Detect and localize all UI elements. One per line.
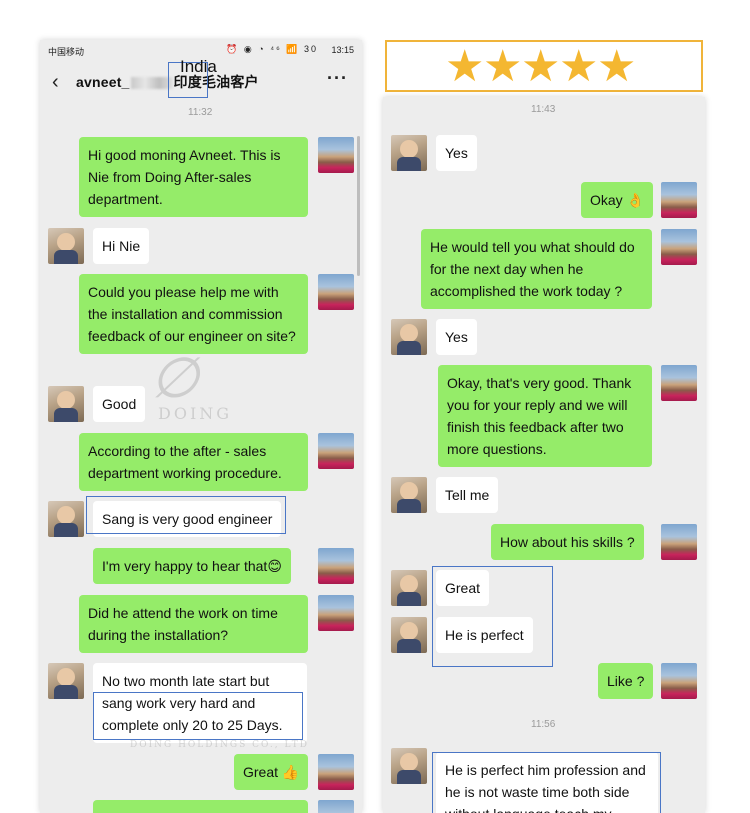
doing-logo-watermark: ∅ bbox=[150, 346, 199, 411]
timestamp: 11:56 bbox=[531, 719, 556, 730]
scrollbar[interactable] bbox=[357, 136, 360, 276]
right-chat-screenshot: 11:43 Yes Okay 👌 He would tell you what … bbox=[383, 97, 705, 813]
contact-avatar bbox=[48, 663, 84, 699]
my-avatar bbox=[661, 365, 697, 401]
message-bubble-sent-partial[interactable] bbox=[93, 800, 308, 813]
annotation-label-india: India bbox=[180, 57, 217, 76]
star-icon: ★ bbox=[483, 42, 523, 91]
my-avatar bbox=[661, 229, 697, 265]
message-bubble-sent[interactable]: Did he attend the work on time during th… bbox=[79, 595, 308, 653]
message-bubble-received[interactable]: Yes bbox=[436, 135, 477, 171]
status-icons: ⏰ ◉ ◔ ⁴⁶ 📶 30 bbox=[226, 44, 318, 54]
message-bubble-received[interactable]: Hi Nie bbox=[93, 228, 150, 264]
message-bubble-received[interactable]: Tell me bbox=[436, 477, 499, 513]
my-avatar bbox=[318, 433, 354, 469]
left-chat-screenshot: 中国移动 ⏰ ◉ ◔ ⁴⁶ 📶 30 13:15 ‹ avneet_ 印度毛油客户… bbox=[40, 40, 362, 813]
message-bubble-sent[interactable]: Great 👍 bbox=[234, 754, 309, 790]
contact-avatar bbox=[391, 135, 427, 171]
carrier-label: 中国移动 bbox=[48, 47, 85, 57]
contact-avatar bbox=[391, 570, 427, 606]
contact-avatar bbox=[391, 319, 427, 355]
star-icon: ★ bbox=[559, 42, 599, 91]
five-star-rating: ★ ★ ★ ★ ★ bbox=[385, 40, 703, 92]
message-bubble-sent[interactable]: He would tell you what should do for the… bbox=[421, 229, 652, 309]
annotation-box-message bbox=[86, 496, 286, 534]
contact-name: avneet_ bbox=[76, 74, 130, 90]
message-bubble-sent[interactable]: According to the after - sales departmen… bbox=[79, 433, 308, 491]
message-bubble-sent[interactable]: Okay 👌 bbox=[581, 182, 653, 218]
message-bubble-received[interactable]: Yes bbox=[436, 319, 477, 355]
contact-avatar bbox=[391, 617, 427, 653]
contact-avatar bbox=[48, 501, 84, 537]
contact-avatar bbox=[48, 228, 84, 264]
my-avatar bbox=[661, 663, 697, 699]
contact-avatar bbox=[391, 748, 427, 784]
message-bubble-sent[interactable]: How about his skills ? bbox=[491, 524, 644, 560]
annotation-box-messages bbox=[432, 566, 553, 667]
timestamp: 11:32 bbox=[188, 107, 213, 118]
annotation-box-message bbox=[432, 752, 661, 813]
my-avatar bbox=[318, 754, 354, 790]
star-icon: ★ bbox=[521, 42, 561, 91]
annotation-box-message bbox=[93, 692, 303, 740]
more-options-icon[interactable]: ··· bbox=[327, 68, 348, 89]
my-avatar bbox=[318, 548, 354, 584]
message-bubble-received[interactable]: Good bbox=[93, 386, 146, 422]
star-icon: ★ bbox=[445, 42, 485, 91]
my-avatar bbox=[318, 137, 354, 173]
my-avatar bbox=[318, 800, 354, 813]
message-bubble-sent[interactable]: Like ? bbox=[598, 663, 654, 699]
my-avatar bbox=[661, 182, 697, 218]
my-avatar bbox=[318, 274, 354, 310]
timestamp: 11:43 bbox=[531, 104, 556, 115]
message-bubble-sent[interactable]: Could you please help me with the instal… bbox=[79, 274, 308, 354]
message-bubble-sent[interactable]: I'm very happy to hear that😊 bbox=[93, 548, 291, 584]
status-time: 13:15 bbox=[331, 45, 354, 55]
back-arrow-icon[interactable]: ‹ bbox=[52, 72, 70, 92]
contact-avatar bbox=[48, 386, 84, 422]
star-icon: ★ bbox=[597, 42, 637, 91]
contact-avatar bbox=[391, 477, 427, 513]
doing-text-watermark: DOING bbox=[158, 404, 233, 423]
my-avatar bbox=[661, 524, 697, 560]
message-bubble-sent[interactable]: Okay, that's very good. Thank you for yo… bbox=[438, 365, 652, 467]
blurred-name-redaction bbox=[130, 77, 173, 90]
message-bubble-sent[interactable]: Hi good moning Avneet. This is Nie from … bbox=[79, 137, 308, 217]
my-avatar bbox=[318, 595, 354, 631]
